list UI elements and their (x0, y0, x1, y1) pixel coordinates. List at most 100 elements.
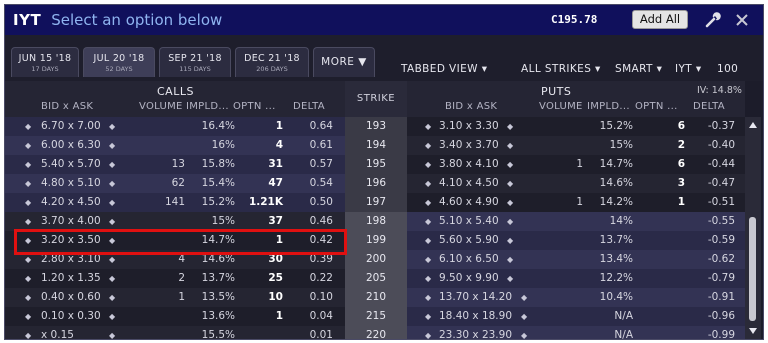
call-side[interactable]: ◆ 0.10 x 0.30 ◆ 13.6% 1 0.04 (5, 307, 345, 326)
call-bid-ask[interactable]: 6.70 x 7.00 (41, 117, 101, 136)
call-side[interactable]: ◆ 0.40 x 0.60 ◆ 1 13.5% 10 0.10 (5, 288, 345, 307)
call-bid-ask[interactable]: 4.80 x 5.10 (41, 174, 101, 193)
call-bid-ask[interactable]: 1.20 x 1.35 (41, 269, 101, 288)
put-side[interactable]: ◆ 6.10 x 6.50 ◆ 13.4% -0.62 (407, 250, 745, 269)
tab-expiry-dec21[interactable]: DEC 21 '18 206 DAYS (235, 47, 309, 77)
col-impld[interactable]: IMPLD... (186, 101, 229, 112)
option-row[interactable]: ◆ 4.20 x 4.50 ◆ 141 15.2% 1.21K 0.50 197 ◆ 4.60 x… (5, 193, 745, 212)
put-bid-ask[interactable]: 4.60 x 4.90 (439, 193, 499, 212)
strike-cell[interactable]: 205 (345, 269, 407, 288)
put-side[interactable]: ◆ 3.10 x 3.30 ◆ 15.2% 6 -0.37 (407, 117, 745, 136)
put-side[interactable]: ◆ 4.60 x 4.90 ◆ 1 14.2% 1 -0.51 (407, 193, 745, 212)
strike-cell[interactable]: 210 (345, 288, 407, 307)
strikes-dropdown[interactable]: ALL STRIKES ▾ (521, 63, 601, 75)
more-expiries-button[interactable]: MORE ▼ (313, 47, 375, 77)
col-bid-ask[interactable]: BID x ASK (445, 101, 497, 112)
strike-cell[interactable]: 193 (345, 117, 407, 136)
tab-expiry-jun15[interactable]: JUN 15 '18 17 DAYS (11, 47, 79, 77)
col-delta[interactable]: DELTA (293, 101, 325, 112)
strike-cell[interactable]: 200 (345, 250, 407, 269)
diamond-icon: ◆ (25, 274, 32, 283)
put-bid-ask[interactable]: 9.50 x 9.90 (439, 269, 499, 288)
put-bid-ask[interactable]: 5.10 x 5.40 (439, 212, 499, 231)
call-side[interactable]: ◆ 6.70 x 7.00 ◆ 16.4% 1 0.64 (5, 117, 345, 136)
call-bid-ask[interactable]: 0.40 x 0.60 (41, 288, 101, 307)
col-optn[interactable]: OPTN ... (233, 101, 276, 112)
put-delta: -0.55 (707, 215, 735, 227)
option-row[interactable]: ◆ 0.40 x 0.60 ◆ 1 13.5% 10 0.10 210 ◆ 13.70 x 14.… (5, 288, 745, 307)
put-bid-ask[interactable]: 23.30 x 23.90 (439, 326, 512, 339)
call-open-interest: 25 (268, 272, 283, 284)
scrollbar-thumb[interactable] (749, 217, 756, 321)
col-optn[interactable]: OPTN ... (635, 101, 678, 112)
underlying-symbol[interactable]: IYT (13, 11, 41, 29)
call-bid-ask[interactable]: 4.20 x 4.50 (41, 193, 101, 212)
put-side[interactable]: ◆ 4.10 x 4.50 ◆ 14.6% 3 -0.47 (407, 174, 745, 193)
call-bid-ask[interactable]: 6.00 x 6.30 (41, 136, 101, 155)
put-bid-ask[interactable]: 5.60 x 5.90 (439, 231, 499, 250)
put-bid-ask[interactable]: 6.10 x 6.50 (439, 250, 499, 269)
scroll-down-icon[interactable] (747, 325, 759, 337)
view-dropdown[interactable]: TABBED VIEW ▾ (401, 63, 487, 75)
quantity-field[interactable]: 100 (717, 63, 738, 75)
strike-cell[interactable]: 198 (345, 212, 407, 231)
put-bid-ask[interactable]: 3.10 x 3.30 (439, 117, 499, 136)
call-bid-ask[interactable]: x 0.15 (41, 326, 74, 339)
strike-cell[interactable]: 220 (345, 326, 407, 339)
call-side[interactable]: ◆ 4.80 x 5.10 ◆ 62 15.4% 47 0.54 (5, 174, 345, 193)
strike-cell[interactable]: 197 (345, 193, 407, 212)
scroll-up-icon[interactable] (747, 119, 759, 131)
col-bid-ask[interactable]: BID x ASK (41, 101, 93, 112)
put-bid-ask[interactable]: 3.80 x 4.10 (439, 155, 499, 174)
option-row[interactable]: ◆ x 0.15 ◆ 15.5% 0.01 220 ◆ 23.30 x 23.90 ◆ N/A -0… (5, 326, 745, 339)
col-delta[interactable]: DELTA (693, 101, 725, 112)
exchange-dropdown[interactable]: SMART ▾ (615, 63, 662, 75)
strike-cell[interactable]: 195 (345, 155, 407, 174)
put-side[interactable]: ◆ 9.50 x 9.90 ◆ 12.2% -0.79 (407, 269, 745, 288)
put-side[interactable]: ◆ 3.40 x 3.70 ◆ 15% 2 -0.40 (407, 136, 745, 155)
call-side[interactable]: ◆ 4.20 x 4.50 ◆ 141 15.2% 1.21K 0.50 (5, 193, 345, 212)
put-implied-vol: 15.2% (599, 120, 633, 132)
chevron-down-icon: ▾ (481, 63, 488, 75)
put-bid-ask[interactable]: 4.10 x 4.50 (439, 174, 499, 193)
col-impld[interactable]: IMPLD... (587, 101, 630, 112)
diamond-icon: ◆ (425, 198, 432, 207)
strike-cell[interactable]: 194 (345, 136, 407, 155)
close-icon[interactable] (733, 11, 751, 29)
call-bid-ask[interactable]: 0.10 x 0.30 (41, 307, 101, 326)
call-side[interactable]: ◆ 6.00 x 6.30 ◆ 16% 4 0.61 (5, 136, 345, 155)
underlying-dropdown[interactable]: IYT ▾ (675, 63, 702, 75)
option-row[interactable]: ◆ 5.40 x 5.70 ◆ 13 15.8% 31 0.57 195 ◆ 3.80 x 4.1… (5, 155, 745, 174)
put-implied-vol: 10.4% (599, 291, 633, 303)
wrench-icon[interactable] (704, 11, 722, 29)
put-side[interactable]: ◆ 23.30 x 23.90 ◆ N/A -0.99 (407, 326, 745, 339)
add-all-button[interactable]: Add All (632, 10, 688, 29)
scrollbar[interactable] (745, 117, 761, 339)
call-bid-ask[interactable]: 5.40 x 5.70 (41, 155, 101, 174)
col-strike[interactable]: STRIKE (345, 93, 407, 104)
diamond-icon: ◆ (25, 160, 32, 169)
strike-cell[interactable]: 196 (345, 174, 407, 193)
put-side[interactable]: ◆ 18.40 x 18.90 ◆ N/A -0.96 (407, 307, 745, 326)
put-bid-ask[interactable]: 18.40 x 18.90 (439, 307, 512, 326)
put-bid-ask[interactable]: 3.40 x 3.70 (439, 136, 499, 155)
put-side[interactable]: ◆ 5.60 x 5.90 ◆ 13.7% -0.59 (407, 231, 745, 250)
put-side[interactable]: ◆ 5.10 x 5.40 ◆ 14% -0.55 (407, 212, 745, 231)
tab-expiry-sep21[interactable]: SEP 21 '18 115 DAYS (159, 47, 231, 77)
strike-cell[interactable]: 215 (345, 307, 407, 326)
call-side[interactable]: ◆ x 0.15 ◆ 15.5% 0.01 (5, 326, 345, 339)
put-side[interactable]: ◆ 13.70 x 14.20 ◆ 10.4% -0.91 (407, 288, 745, 307)
call-side[interactable]: ◆ 1.20 x 1.35 ◆ 2 13.7% 25 0.22 (5, 269, 345, 288)
col-volume[interactable]: VOLUME (539, 101, 583, 112)
tab-expiry-jul20[interactable]: JUL 20 '18 52 DAYS (83, 47, 155, 77)
option-row[interactable]: ◆ 4.80 x 5.10 ◆ 62 15.4% 47 0.54 196 ◆ 4.10 x 4.5… (5, 174, 745, 193)
call-side[interactable]: ◆ 5.40 x 5.70 ◆ 13 15.8% 31 0.57 (5, 155, 345, 174)
option-row[interactable]: ◆ 1.20 x 1.35 ◆ 2 13.7% 25 0.22 205 ◆ 9.50 x 9.90… (5, 269, 745, 288)
put-side[interactable]: ◆ 3.80 x 4.10 ◆ 1 14.7% 6 -0.44 (407, 155, 745, 174)
strike-cell[interactable]: 199 (345, 231, 407, 250)
col-volume[interactable]: VOLUME (139, 101, 183, 112)
option-row[interactable]: ◆ 6.70 x 7.00 ◆ 16.4% 1 0.64 193 ◆ 3.10 x 3.30 ◆ 1… (5, 117, 745, 136)
put-bid-ask[interactable]: 13.70 x 14.20 (439, 288, 512, 307)
option-row[interactable]: ◆ 6.00 x 6.30 ◆ 16% 4 0.61 194 ◆ 3.40 x 3.70 ◆ 15%… (5, 136, 745, 155)
option-row[interactable]: ◆ 0.10 x 0.30 ◆ 13.6% 1 0.04 215 ◆ 18.40 x 18.90… (5, 307, 745, 326)
